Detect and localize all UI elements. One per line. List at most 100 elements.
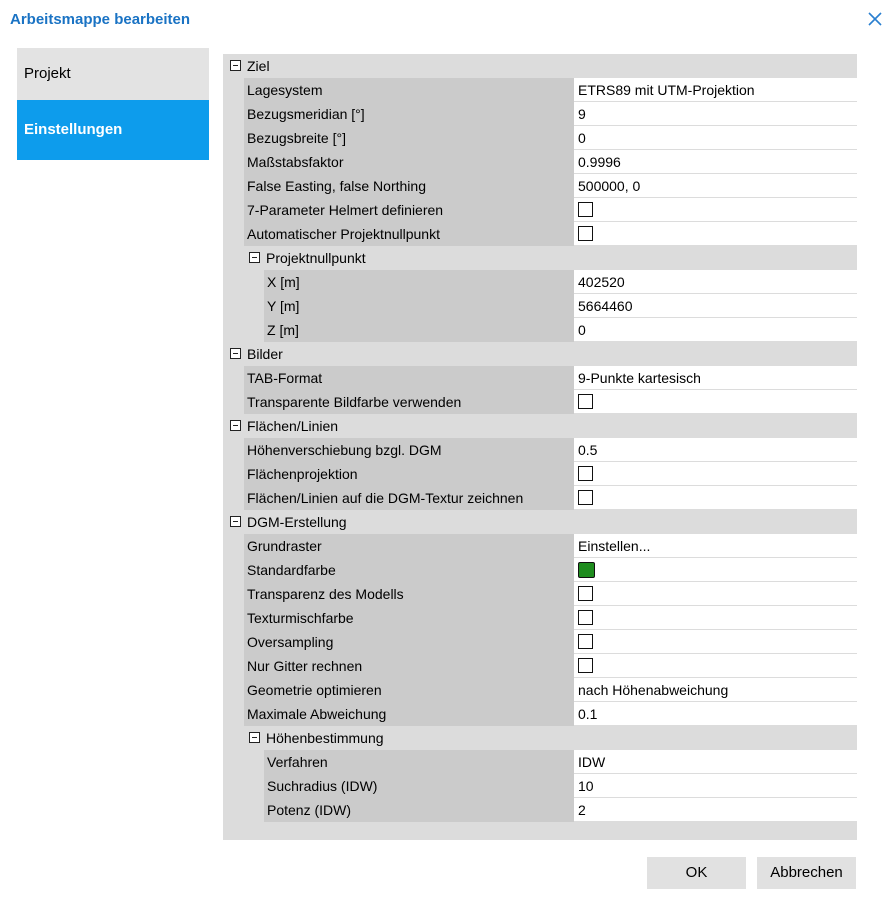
property-value-cell[interactable] xyxy=(574,558,857,581)
indent-rail xyxy=(244,318,264,342)
section-label: Flächen/Linien xyxy=(247,418,339,434)
property-label: Y [m] xyxy=(264,294,574,318)
property-row: Nur Gitter rechnen xyxy=(223,654,857,678)
property-label: Maßstabsfaktor xyxy=(244,150,574,174)
property-label: Oversampling xyxy=(244,630,574,654)
checkbox[interactable] xyxy=(578,634,593,649)
property-value-cell[interactable] xyxy=(574,654,857,677)
checkbox[interactable] xyxy=(578,658,593,673)
property-value[interactable]: 2 xyxy=(574,798,857,821)
property-label: Flächenprojektion xyxy=(244,462,574,486)
property-value[interactable]: 402520 xyxy=(574,270,857,293)
property-value[interactable]: 0.1 xyxy=(574,702,857,725)
section-flaechen-linien: Flächen/Linien xyxy=(223,414,857,438)
color-swatch[interactable] xyxy=(578,562,595,578)
property-row: Suchradius (IDW) 10 xyxy=(223,774,857,798)
checkbox[interactable] xyxy=(578,490,593,505)
property-label: Nur Gitter rechnen xyxy=(244,654,574,678)
checkbox[interactable] xyxy=(578,202,593,217)
property-row: Standardfarbe xyxy=(223,558,857,582)
property-row: Automatischer Projektnullpunkt xyxy=(223,222,857,246)
collapse-icon[interactable] xyxy=(249,252,260,263)
section-label: Ziel xyxy=(247,58,270,74)
property-row: X [m] 402520 xyxy=(223,270,857,294)
property-row: Transparenz des Modells xyxy=(223,582,857,606)
section-label: DGM-Erstellung xyxy=(247,514,347,530)
checkbox[interactable] xyxy=(578,394,593,409)
property-row: Bezugsmeridian [°] 9 xyxy=(223,102,857,126)
collapse-icon[interactable] xyxy=(230,348,241,359)
checkbox[interactable] xyxy=(578,610,593,625)
property-row: Z [m] 0 xyxy=(223,318,857,342)
property-value-cell[interactable] xyxy=(574,462,857,485)
indent-rail xyxy=(244,750,264,774)
property-value-cell[interactable] xyxy=(574,630,857,653)
ok-button[interactable]: OK xyxy=(647,857,746,889)
checkbox[interactable] xyxy=(578,466,593,481)
collapse-icon[interactable] xyxy=(249,732,260,743)
collapse-icon[interactable] xyxy=(230,60,241,71)
property-value[interactable]: 0 xyxy=(574,318,857,341)
property-label: TAB-Format xyxy=(244,366,574,390)
property-row: Potenz (IDW) 2 xyxy=(223,798,857,822)
collapse-icon[interactable] xyxy=(230,420,241,431)
property-label: Bezugsmeridian [°] xyxy=(244,102,574,126)
property-row: Flächenprojektion xyxy=(223,462,857,486)
property-value-cell[interactable] xyxy=(574,582,857,605)
checkbox[interactable] xyxy=(578,226,593,241)
nav-item-projekt[interactable]: Projekt xyxy=(17,48,209,100)
checkbox[interactable] xyxy=(578,586,593,601)
property-value[interactable]: 0.9996 xyxy=(574,150,857,173)
property-value[interactable]: IDW xyxy=(574,750,857,773)
property-row: Lagesystem ETRS89 mit UTM-Projektion xyxy=(223,78,857,102)
property-label: Potenz (IDW) xyxy=(264,798,574,822)
property-value[interactable]: 9 xyxy=(574,102,857,125)
property-value-cell[interactable] xyxy=(574,222,857,245)
property-label: False Easting, false Northing xyxy=(244,174,574,198)
property-row: Texturmischfarbe xyxy=(223,606,857,630)
collapse-icon[interactable] xyxy=(230,516,241,527)
property-label: Lagesystem xyxy=(244,78,574,102)
section-projektnullpunkt: Projektnullpunkt xyxy=(223,246,857,270)
property-value[interactable]: 0.5 xyxy=(574,438,857,461)
property-row: Geometrie optimieren nach Höhenabweichung xyxy=(223,678,857,702)
property-label: Transparente Bildfarbe verwenden xyxy=(244,390,574,414)
property-row: Transparente Bildfarbe verwenden xyxy=(223,390,857,414)
property-label: Standardfarbe xyxy=(244,558,574,582)
property-value[interactable]: 500000, 0 xyxy=(574,174,857,197)
property-row: 7-Parameter Helmert definieren xyxy=(223,198,857,222)
property-label: Maximale Abweichung xyxy=(244,702,574,726)
property-value[interactable]: Einstellen... xyxy=(574,534,857,557)
property-value[interactable]: 10 xyxy=(574,774,857,797)
property-row: Höhenverschiebung bzgl. DGM 0.5 xyxy=(223,438,857,462)
nav-item-einstellungen[interactable]: Einstellungen xyxy=(17,100,209,160)
property-value[interactable]: ETRS89 mit UTM-Projektion xyxy=(574,78,857,101)
property-value[interactable]: 0 xyxy=(574,126,857,149)
property-value[interactable]: nach Höhenabweichung xyxy=(574,678,857,701)
property-value[interactable]: 9-Punkte kartesisch xyxy=(574,366,857,389)
cancel-button[interactable]: Abbrechen xyxy=(757,857,856,889)
property-label: Verfahren xyxy=(264,750,574,774)
property-value-cell[interactable] xyxy=(574,198,857,221)
section-label: Projektnullpunkt xyxy=(266,250,366,266)
section-ziel: Ziel xyxy=(223,54,857,78)
property-label: Flächen/Linien auf die DGM-Textur zeichn… xyxy=(244,486,574,510)
property-label: Automatischer Projektnullpunkt xyxy=(244,222,574,246)
property-row: Bezugsbreite [°] 0 xyxy=(223,126,857,150)
dialog-title: Arbeitsmappe bearbeiten xyxy=(10,11,191,28)
property-value[interactable]: 5664460 xyxy=(574,294,857,317)
property-value-cell[interactable] xyxy=(574,486,857,509)
property-value-cell[interactable] xyxy=(574,606,857,629)
property-label: Geometrie optimieren xyxy=(244,678,574,702)
property-label: 7-Parameter Helmert definieren xyxy=(244,198,574,222)
indent-rail xyxy=(223,246,244,270)
property-row: Grundraster Einstellen... xyxy=(223,534,857,558)
property-value-cell[interactable] xyxy=(574,390,857,413)
property-label: Höhenverschiebung bzgl. DGM xyxy=(244,438,574,462)
close-icon[interactable] xyxy=(864,8,885,30)
property-label: Texturmischfarbe xyxy=(244,606,574,630)
property-row: Oversampling xyxy=(223,630,857,654)
property-label: Grundraster xyxy=(244,534,574,558)
property-row: Maßstabsfaktor 0.9996 xyxy=(223,150,857,174)
indent-rail xyxy=(244,798,264,822)
